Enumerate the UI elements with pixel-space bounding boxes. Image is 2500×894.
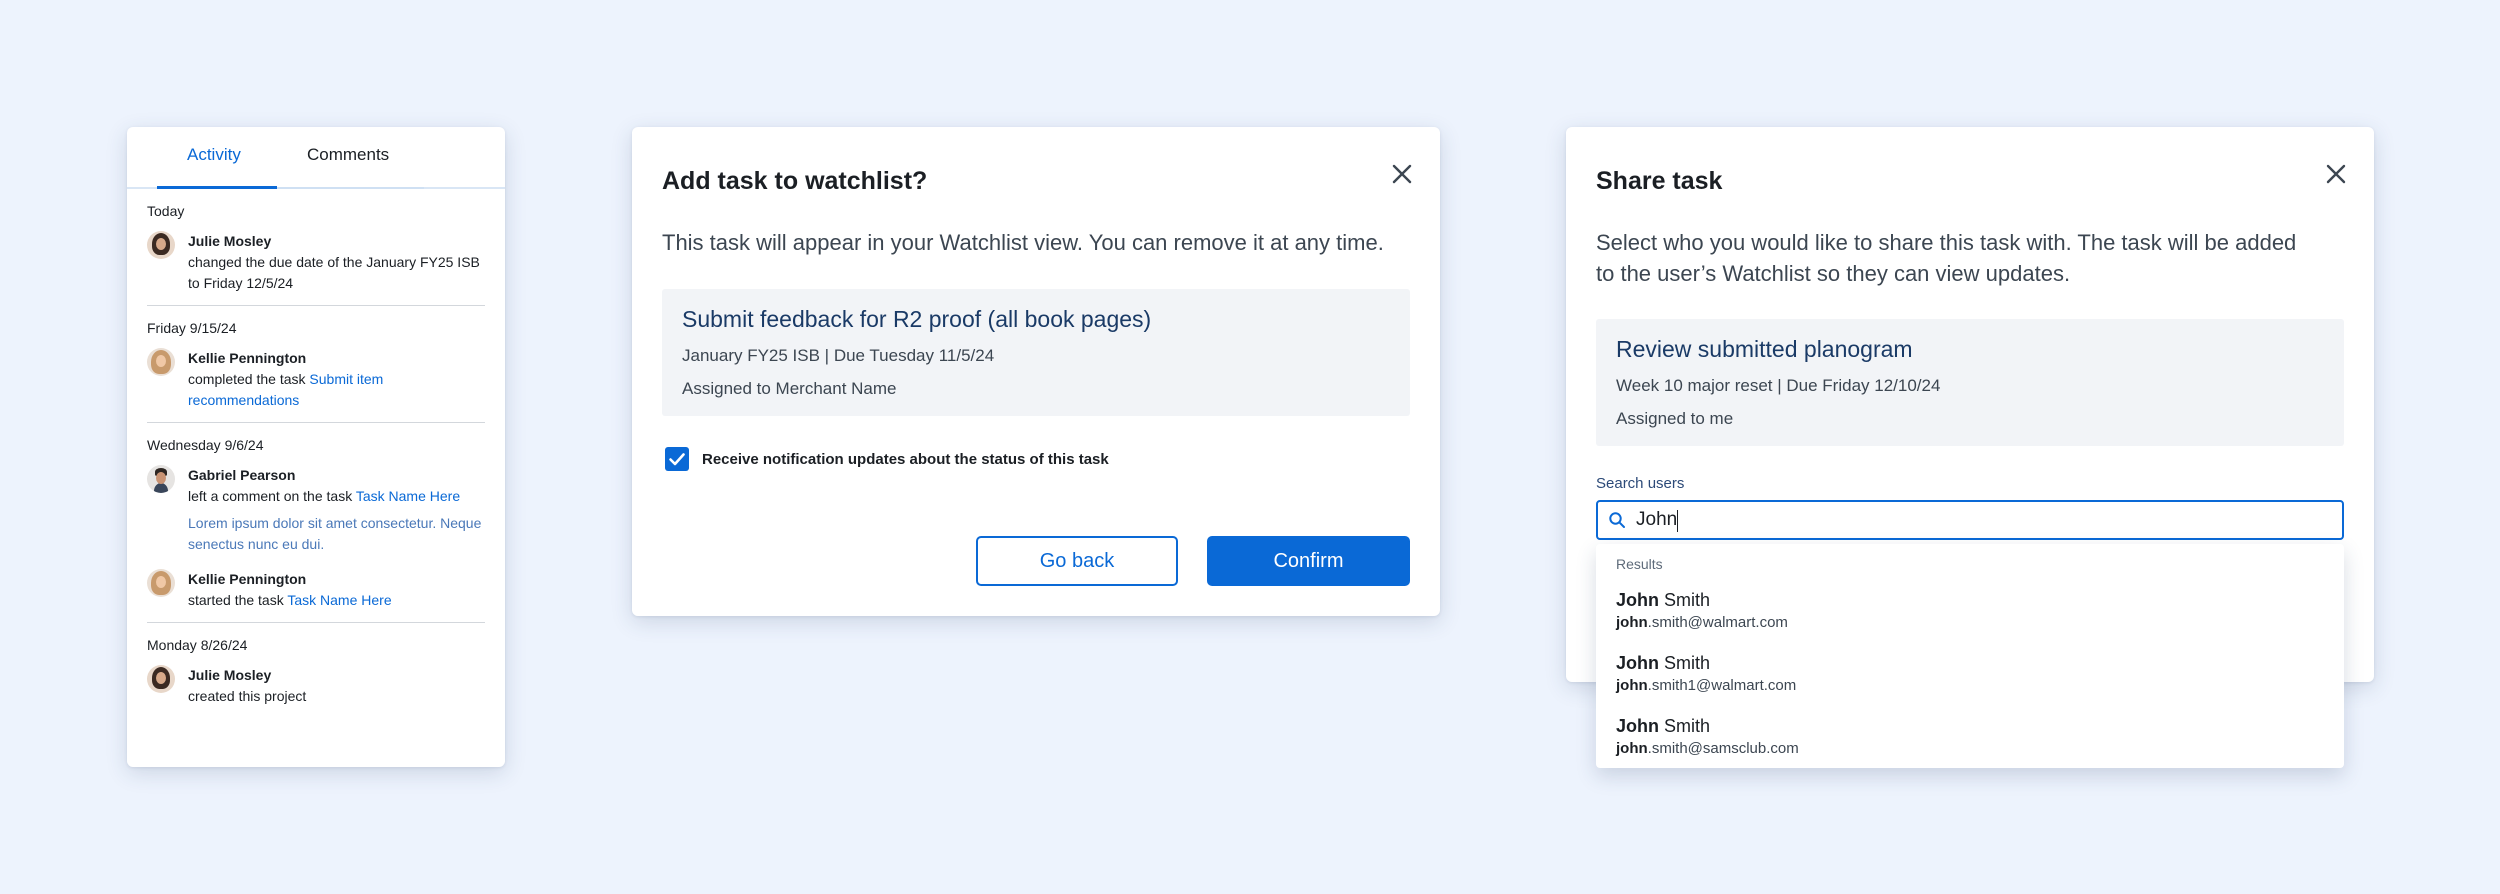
watchlist-dialog: Add task to watchlist? This task will ap… <box>632 127 1440 616</box>
tab-comments[interactable]: Comments <box>307 145 389 165</box>
search-label: Search users <box>1596 475 1685 492</box>
description-line: Select who you would like to share this … <box>1596 230 2297 255</box>
email-rest: .smith@walmart.com <box>1647 614 1788 631</box>
email-match: john <box>1616 614 1648 631</box>
name-rest: Smith <box>1659 590 1711 610</box>
activity-text: changed the due date of the January FY25… <box>188 254 480 291</box>
dialog-title: Add task to watchlist? <box>662 167 928 195</box>
close-button[interactable] <box>1385 157 1419 191</box>
dialog-description: Select who you would like to share this … <box>1596 227 2296 289</box>
task-link[interactable]: Task Name Here <box>287 592 391 608</box>
name-rest: Smith <box>1659 653 1711 673</box>
task-title: Submit feedback for R2 proof (all book p… <box>682 306 1152 332</box>
activity-text: created this project <box>188 688 307 704</box>
activity-entry: Gabriel Pearson left a comment on the ta… <box>147 465 485 555</box>
name-match: John <box>1616 716 1659 736</box>
close-icon <box>2326 164 2346 184</box>
task-link[interactable]: Task Name Here <box>356 488 460 504</box>
activity-panel: Activity Comments Today Julie Mosley cha… <box>127 127 505 767</box>
activity-group: Friday 9/15/24 Kellie Pennington complet… <box>147 306 485 423</box>
activity-entry: Julie Mosley changed the due date of the… <box>147 231 485 294</box>
avatar <box>147 569 175 597</box>
search-results-dropdown: Results John Smith john.smith@walmart.co… <box>1596 544 2344 768</box>
activity-entry: Kellie Pennington completed the task Sub… <box>147 348 485 411</box>
confirm-button[interactable]: Confirm <box>1207 536 1410 586</box>
group-date: Friday 9/15/24 <box>147 320 237 336</box>
active-tab-indicator <box>157 186 277 189</box>
task-summary: Review submitted planogram Week 10 major… <box>1596 319 2344 446</box>
avatar <box>147 348 175 376</box>
checkbox-label: Receive notification updates about the s… <box>702 451 1109 468</box>
avatar <box>147 465 175 493</box>
tab-bar: Activity Comments <box>127 127 505 189</box>
notification-checkbox[interactable] <box>665 447 689 471</box>
user-name: Julie Mosley <box>188 667 272 683</box>
close-icon <box>1392 164 1412 184</box>
activity-entry: Kellie Pennington started the task Task … <box>147 569 485 611</box>
activity-entry: Julie Mosley created this project <box>147 665 485 707</box>
activity-text: started the task <box>188 592 288 608</box>
task-assignee: Assigned to Merchant Name <box>682 379 897 398</box>
name-rest: Smith <box>1659 716 1711 736</box>
results-label: Results <box>1616 556 1663 572</box>
group-date: Wednesday 9/6/24 <box>147 437 264 453</box>
tab-divider <box>277 187 424 189</box>
activity-group: Monday 8/26/24 Julie Mosley created this… <box>147 623 485 718</box>
description-line: to the user’s Watchlist so they can view… <box>1596 261 2071 286</box>
email-match: john <box>1616 677 1648 694</box>
text-caret <box>1677 510 1678 532</box>
go-back-button[interactable]: Go back <box>976 536 1178 586</box>
group-date: Monday 8/26/24 <box>147 637 248 653</box>
email-match: john <box>1616 740 1648 757</box>
result-item[interactable]: John Smith john.smith@walmart.com <box>1616 590 1788 631</box>
activity-feed: Today Julie Mosley changed the due date … <box>127 189 505 718</box>
task-assignee: Assigned to me <box>1616 409 1734 428</box>
dialog-title: Share task <box>1596 167 1723 195</box>
user-name: Kellie Pennington <box>188 350 307 366</box>
name-match: John <box>1616 653 1659 673</box>
activity-text: completed the task <box>188 371 310 387</box>
user-name: Kellie Pennington <box>188 571 307 587</box>
task-meta: January FY25 ISB | Due Tuesday 11/5/24 <box>682 346 995 365</box>
dialog-description: This task will appear in your Watchlist … <box>662 230 1384 255</box>
tab-activity[interactable]: Activity <box>187 145 241 165</box>
task-title: Review submitted planogram <box>1616 336 1913 362</box>
result-item[interactable]: John Smith john.smith@samsclub.com <box>1616 716 1799 757</box>
user-name: Julie Mosley <box>188 233 272 249</box>
comment-text: Lorem ipsum dolor sit amet consectetur. … <box>188 515 482 552</box>
search-users-field[interactable] <box>1596 500 2344 540</box>
activity-group: Wednesday 9/6/24 Gabriel Pearson left a … <box>147 423 485 623</box>
user-name: Gabriel Pearson <box>188 467 296 483</box>
result-item[interactable]: John Smith john.smith1@walmart.com <box>1616 653 1796 694</box>
group-date: Today <box>147 203 185 219</box>
activity-text: left a comment on the task <box>188 488 356 504</box>
avatar <box>147 231 175 259</box>
close-button[interactable] <box>2319 157 2353 191</box>
search-input[interactable] <box>1636 508 2326 532</box>
task-summary: Submit feedback for R2 proof (all book p… <box>662 289 1410 416</box>
task-meta: Week 10 major reset | Due Friday 12/10/2… <box>1616 376 1941 395</box>
name-match: John <box>1616 590 1659 610</box>
activity-group: Today Julie Mosley changed the due date … <box>147 189 485 306</box>
email-rest: .smith@samsclub.com <box>1647 740 1799 757</box>
search-icon <box>1609 512 1625 528</box>
checkmark-icon <box>669 453 685 466</box>
email-rest: .smith1@walmart.com <box>1647 677 1797 694</box>
avatar <box>147 665 175 693</box>
